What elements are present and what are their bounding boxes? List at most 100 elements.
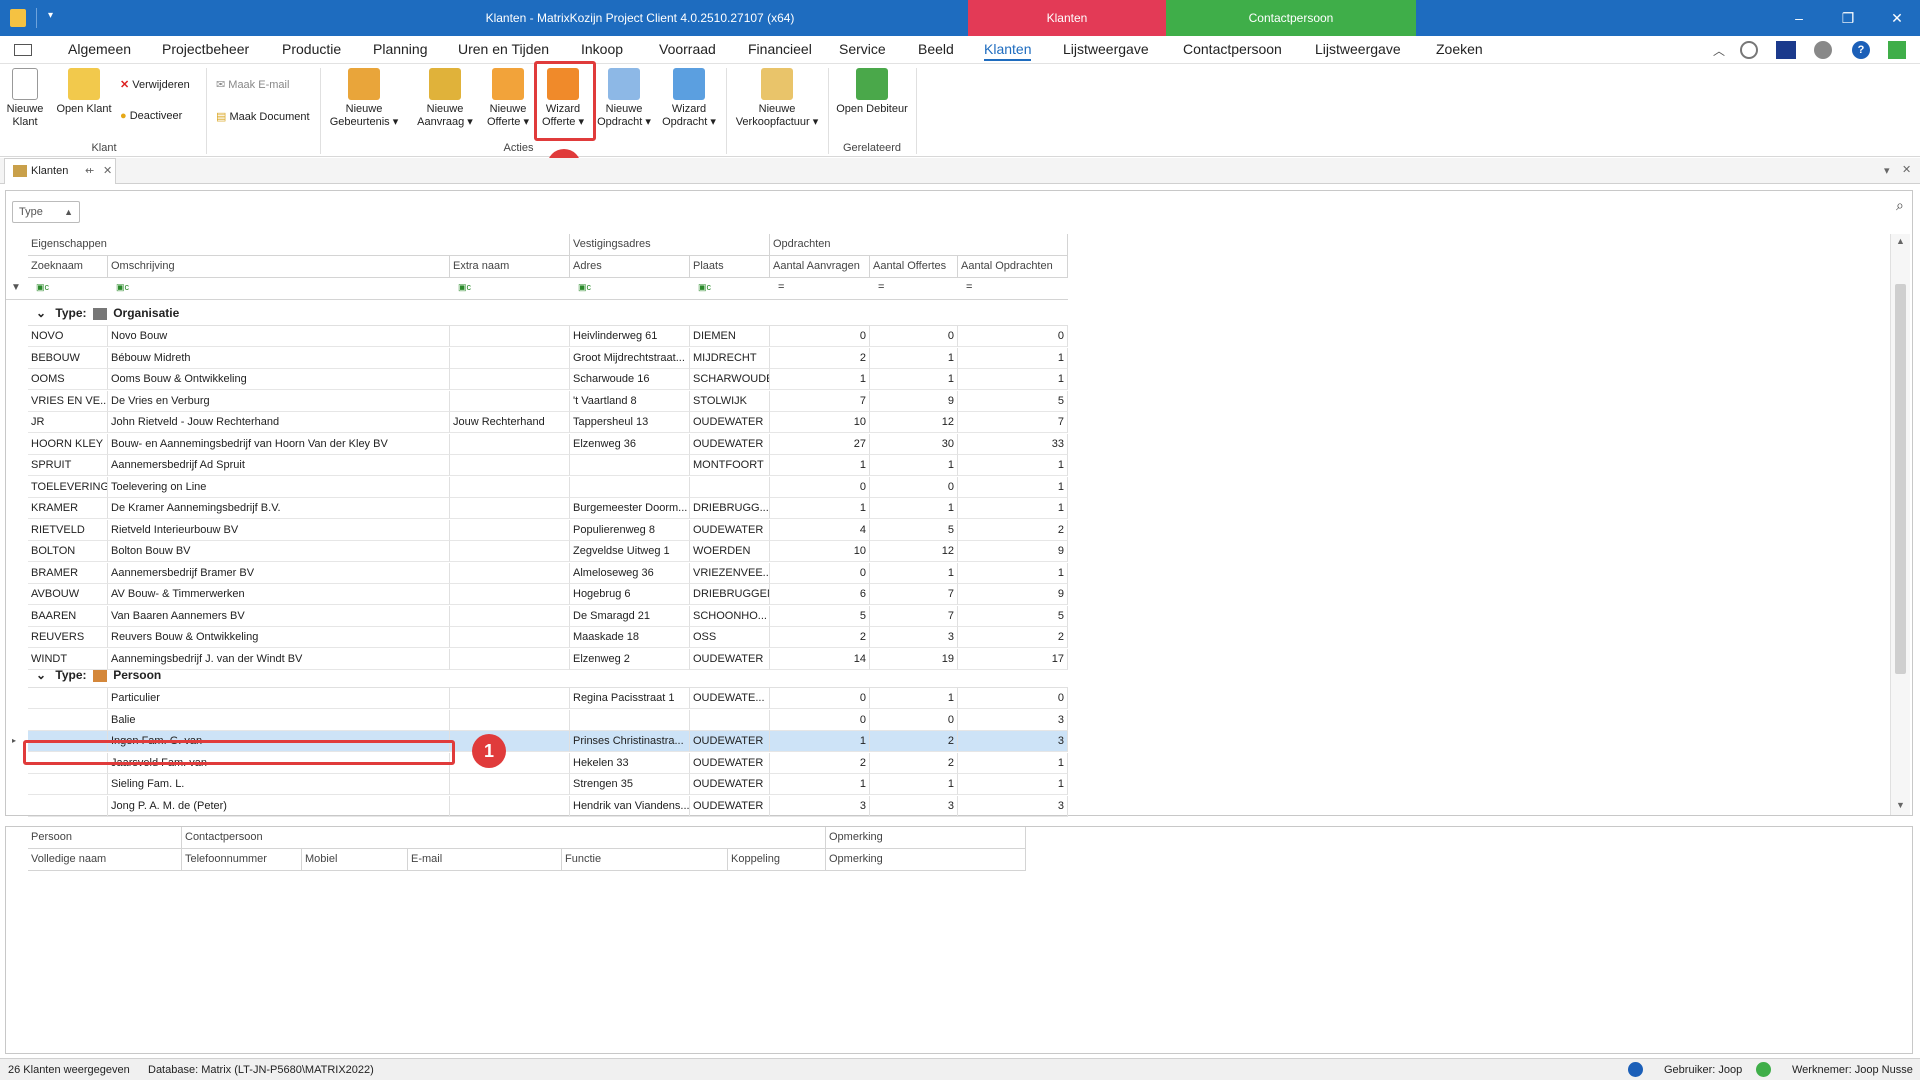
cell-plaats[interactable]: DIEMEN: [690, 326, 770, 347]
cell-offertes[interactable]: 9: [870, 390, 958, 412]
filter-omschrijving-icon[interactable]: ▣c: [116, 282, 129, 293]
cell-omschrijving[interactable]: Aannemersbedrijf Bramer BV: [108, 562, 450, 584]
cell-omschrijving[interactable]: Aannemersbedrijf Ad Spruit: [108, 455, 450, 476]
cell-plaats[interactable]: OUDEWATER: [690, 774, 770, 795]
deactiveer-button[interactable]: ● Deactiveer: [120, 110, 182, 122]
cell-zoeknaam[interactable]: BEBOUW: [28, 347, 108, 369]
cell-extra-naam[interactable]: [450, 519, 570, 541]
cell-aanvragen[interactable]: 2: [770, 752, 870, 774]
cell-plaats[interactable]: SCHOONHO...: [690, 605, 770, 627]
cell-omschrijving[interactable]: Bouw- en Aannemingsbedrijf van Hoorn Van…: [108, 433, 450, 455]
group-by-type-chip[interactable]: Type ▲: [12, 201, 80, 223]
cell-omschrijving[interactable]: Particulier: [108, 688, 450, 709]
app-menu-icon[interactable]: [14, 44, 32, 56]
cell-opdrachten[interactable]: 9: [958, 584, 1068, 605]
cell-adres[interactable]: [570, 709, 690, 731]
cell-plaats[interactable]: OUDEWATER: [690, 433, 770, 455]
context-tab-contactpersoon[interactable]: Contactpersoon: [1166, 0, 1416, 36]
cell-adres[interactable]: Strengen 35: [570, 774, 690, 795]
cell-opdrachten[interactable]: 1: [958, 562, 1068, 584]
cell-zoeknaam[interactable]: BRAMER: [28, 562, 108, 584]
col-telefoonnummer[interactable]: Telefoonnummer: [182, 849, 302, 871]
cell-plaats[interactable]: OUDEWATER: [690, 795, 770, 817]
minimize-icon[interactable]: –: [1776, 0, 1822, 36]
cell-zoeknaam[interactable]: [28, 795, 108, 817]
scroll-thumb[interactable]: [1895, 284, 1906, 674]
filter-offertes-icon[interactable]: =: [878, 281, 884, 293]
cell-zoeknaam[interactable]: [28, 774, 108, 795]
cell-offertes[interactable]: 7: [870, 605, 958, 627]
cell-zoeknaam[interactable]: REUVERS: [28, 627, 108, 648]
cell-aanvragen[interactable]: 27: [770, 433, 870, 455]
cell-zoeknaam[interactable]: HOORN KLEY: [28, 433, 108, 455]
cell-adres[interactable]: Populierenweg 8: [570, 519, 690, 541]
cell-aanvragen[interactable]: 1: [770, 455, 870, 476]
cell-opdrachten[interactable]: 1: [958, 752, 1068, 774]
cell-extra-naam[interactable]: [450, 326, 570, 347]
filter-aanvragen-icon[interactable]: =: [778, 281, 784, 293]
cell-aanvragen[interactable]: 2: [770, 347, 870, 369]
cell-extra-naam[interactable]: [450, 709, 570, 731]
cell-extra-naam[interactable]: [450, 498, 570, 519]
cell-plaats[interactable]: [690, 709, 770, 731]
cell-opdrachten[interactable]: 3: [958, 795, 1068, 817]
cell-extra-naam[interactable]: [450, 752, 570, 774]
cell-plaats[interactable]: OUDEWATER: [690, 752, 770, 774]
context-tab-klanten[interactable]: Klanten: [968, 0, 1166, 36]
clock-icon[interactable]: [1740, 41, 1758, 59]
cell-aanvragen[interactable]: 6: [770, 584, 870, 605]
group-row-organisatie[interactable]: ⌄ Type: Organisatie: [28, 300, 1068, 326]
filter-opdrachten-icon[interactable]: =: [966, 281, 972, 293]
nieuwe-opdracht-button[interactable]: Nieuwe Opdracht ▾: [596, 68, 652, 129]
table-row[interactable]: Jong P. A. M. de (Peter) Hendrik van Vian…: [28, 795, 1068, 817]
maak-document-button[interactable]: ▤ Maak Document: [216, 110, 310, 123]
col-aantal-aanvragen[interactable]: Aantal Aanvragen: [770, 256, 870, 278]
cell-zoeknaam[interactable]: OOMS: [28, 369, 108, 390]
cell-offertes[interactable]: 0: [870, 709, 958, 731]
menu-contactpersoon[interactable]: Contactpersoon: [1183, 41, 1282, 57]
table-row[interactable]: Balie 0 0 3: [28, 709, 1068, 731]
nieuwe-verkoopfactuur-button[interactable]: Nieuwe Verkoopfactuur ▾: [730, 68, 824, 129]
cell-opdrachten[interactable]: 1: [958, 347, 1068, 369]
table-row[interactable]: SPRUIT Aannemersbedrijf Ad Spruit MONTFOOR…: [28, 455, 1068, 476]
cell-adres[interactable]: Regina Pacisstraat 1: [570, 688, 690, 709]
cell-extra-naam[interactable]: [450, 390, 570, 412]
cell-offertes[interactable]: 12: [870, 541, 958, 562]
table-row[interactable]: NOVO Novo Bouw Heivlinderweg 61 DIEMEN 0 0 0: [28, 326, 1068, 347]
cell-opdrachten[interactable]: 3: [958, 709, 1068, 731]
cell-opdrachten[interactable]: 1: [958, 774, 1068, 795]
cell-extra-naam[interactable]: [450, 731, 570, 752]
cell-omschrijving[interactable]: Novo Bouw: [108, 326, 450, 347]
cell-omschrijving[interactable]: Bébouw Midreth: [108, 347, 450, 369]
cell-extra-naam[interactable]: [450, 433, 570, 455]
cell-offertes[interactable]: 2: [870, 731, 958, 752]
cell-offertes[interactable]: 1: [870, 369, 958, 390]
col-aantal-opdrachten[interactable]: Aantal Opdrachten: [958, 256, 1068, 278]
cell-adres[interactable]: [570, 455, 690, 476]
cell-plaats[interactable]: OUDEWATE...: [690, 688, 770, 709]
cell-aanvragen[interactable]: 1: [770, 774, 870, 795]
restore-icon[interactable]: ❐: [1825, 0, 1871, 36]
col-koppeling[interactable]: Koppeling: [728, 849, 826, 871]
cell-aanvragen[interactable]: 1: [770, 369, 870, 390]
cell-offertes[interactable]: 1: [870, 688, 958, 709]
cell-aanvragen[interactable]: 0: [770, 476, 870, 498]
cell-extra-naam[interactable]: [450, 369, 570, 390]
verwijderen-button[interactable]: ✕ Verwijderen: [120, 78, 190, 91]
cell-zoeknaam[interactable]: TOELEVERING: [28, 476, 108, 498]
col-omschrijving[interactable]: Omschrijving: [108, 256, 450, 278]
table-row[interactable]: BEBOUW Bébouw Midreth Groot Mijdrechtstraa…: [28, 347, 1068, 369]
cell-plaats[interactable]: OUDEWATER: [690, 519, 770, 541]
cell-zoeknaam[interactable]: AVBOUW: [28, 584, 108, 605]
table-row[interactable]: BOLTON Bolton Bouw BV Zegveldse Uitweg 1 WO…: [28, 541, 1068, 562]
cell-plaats[interactable]: STOLWIJK: [690, 390, 770, 412]
nieuwe-gebeurtenis-button[interactable]: Nieuwe Gebeurtenis ▾: [326, 68, 402, 129]
cell-opdrachten[interactable]: 0: [958, 688, 1068, 709]
cell-adres[interactable]: Zegveldse Uitweg 1: [570, 541, 690, 562]
cell-adres[interactable]: Hogebrug 6: [570, 584, 690, 605]
open-debiteur-button[interactable]: Open Debiteur: [834, 68, 910, 116]
menu-algemeen[interactable]: Algemeen: [68, 41, 131, 57]
cell-extra-naam[interactable]: [450, 562, 570, 584]
cell-aanvragen[interactable]: 4: [770, 519, 870, 541]
cell-aanvragen[interactable]: 0: [770, 326, 870, 347]
